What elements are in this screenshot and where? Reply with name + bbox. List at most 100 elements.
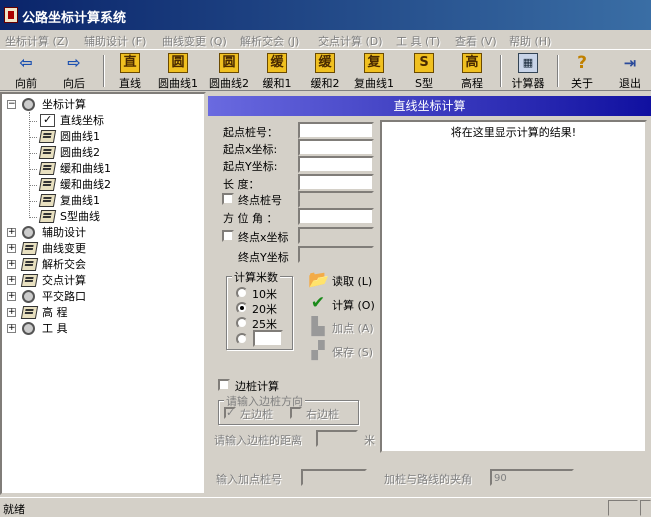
tool-circle1-button[interactable]: 圆 圆曲线1: [154, 53, 202, 90]
coordinate-folder-icon: [22, 98, 35, 111]
collapse-toggle[interactable]: −: [7, 100, 16, 109]
add-station-input: [301, 469, 367, 486]
calculate-button[interactable]: 计算 (O): [332, 297, 375, 313]
menu-view[interactable]: 查看 (V): [455, 33, 497, 49]
side-distance-label: 请输入边桩的距离: [214, 434, 302, 447]
end-station-checkbox[interactable]: [222, 193, 234, 205]
custom-meter-input[interactable]: [253, 330, 283, 347]
book-icon: [38, 162, 57, 175]
exit-door-icon: ⇥: [623, 54, 637, 72]
expand-toggle[interactable]: +: [7, 324, 16, 333]
radio-20m[interactable]: [236, 302, 248, 314]
tree-item-assist-design[interactable]: 辅助设计: [42, 224, 86, 240]
menu-vertex-calc[interactable]: 交点计算 (D): [318, 33, 383, 49]
status-text: 就绪: [3, 503, 25, 516]
radio-10m[interactable]: [236, 287, 248, 299]
tool-transition1-button[interactable]: 缓 缓和1: [257, 53, 297, 90]
radio-custom[interactable]: [236, 333, 248, 345]
arrow-right-icon: ⇨: [67, 53, 81, 72]
end-x-checkbox[interactable]: [222, 230, 234, 242]
add-point-button: 加点 (A): [332, 322, 374, 335]
tree-item-transition2[interactable]: 缓和曲线2: [60, 176, 111, 192]
book-icon: [38, 178, 57, 191]
expand-toggle[interactable]: +: [7, 308, 16, 317]
junction-icon: [22, 290, 35, 303]
forward-button[interactable]: ⇨ 向后: [56, 53, 92, 90]
tree-item-junction[interactable]: 平交路口: [42, 288, 86, 304]
menu-tools[interactable]: 工 具 (T): [396, 33, 440, 49]
toolbar-separator: [500, 55, 502, 87]
calculator-icon: ▦: [518, 53, 538, 73]
tool-line-button[interactable]: 直 直线: [110, 53, 150, 90]
curve-change-icon: [20, 242, 39, 255]
start-x-label: 起点x坐标:: [223, 143, 278, 156]
side-distance-input: [316, 430, 358, 447]
line-tool-icon: 直: [120, 53, 140, 73]
end-station-input: [298, 191, 374, 208]
right-pile-label: 右边桩: [306, 408, 339, 421]
expand-toggle[interactable]: +: [7, 292, 16, 301]
transition-curve-icon: 缓: [267, 53, 287, 73]
tree-item-coordinate[interactable]: 坐标计算: [42, 96, 86, 112]
tool-circle2-button[interactable]: 圆 圆曲线2: [205, 53, 253, 90]
radio-25m[interactable]: [236, 317, 248, 329]
tree-item-transition1[interactable]: 缓和曲线1: [60, 160, 111, 176]
right-pile-checkbox: [290, 407, 302, 419]
exit-button[interactable]: ⇥ 退出: [612, 53, 648, 90]
book-icon: [38, 210, 57, 223]
app-icon: [4, 7, 18, 23]
tree-item-elevation[interactable]: 高 程: [42, 304, 68, 320]
about-button[interactable]: ? 关于: [564, 53, 600, 90]
nav-tree[interactable]: − 坐标计算 直线坐标 圆曲线1 圆曲线2 缓和曲线1 缓和曲线2 复曲线1 S…: [0, 92, 206, 495]
read-button[interactable]: 读取 (L): [332, 273, 372, 289]
side-pile-checkbox[interactable]: [218, 379, 230, 391]
calculator-button[interactable]: ▦ 计算器: [506, 53, 550, 90]
status-cell: [608, 500, 638, 516]
tree-item-intersection[interactable]: 解析交会: [42, 256, 86, 272]
expand-toggle[interactable]: +: [7, 228, 16, 237]
radio-10m-label: 10米: [252, 288, 277, 301]
tool-transition2-button[interactable]: 缓 缓和2: [305, 53, 345, 90]
expand-toggle[interactable]: +: [7, 260, 16, 269]
menu-help[interactable]: 帮助 (H): [509, 33, 551, 49]
tool-s-curve-button[interactable]: S S型: [406, 53, 442, 90]
elevation-icon: 高: [462, 53, 482, 73]
result-textarea[interactable]: 将在这里显示计算的结果!: [380, 120, 647, 453]
tree-item-compound1[interactable]: 复曲线1: [60, 192, 100, 208]
tool-elevation-button[interactable]: 高 高程: [452, 53, 492, 90]
tree-item-s-curve[interactable]: S型曲线: [60, 208, 100, 224]
title-bar: 公路坐标计算系统: [0, 0, 651, 30]
tree-item-curve-change[interactable]: 曲线变更: [42, 240, 86, 256]
end-y-input: [298, 246, 374, 263]
tree-item-circle2[interactable]: 圆曲线2: [60, 144, 100, 160]
transition-curve-icon: 缓: [315, 53, 335, 73]
toolbar-separator: [103, 55, 105, 87]
meter-unit-label: 米: [364, 434, 375, 447]
menu-curve-change[interactable]: 曲线变更 (Q): [162, 33, 227, 49]
start-x-input[interactable]: [298, 139, 374, 156]
panel-title: 直线坐标计算: [208, 96, 651, 116]
left-pile-checkbox: [224, 406, 236, 419]
tree-item-circle1[interactable]: 圆曲线1: [60, 128, 100, 144]
start-station-input[interactable]: [298, 122, 374, 139]
book-icon: [38, 130, 57, 143]
add-station-label: 输入加点桩号: [216, 473, 282, 486]
expand-toggle[interactable]: +: [7, 244, 16, 253]
azimuth-input[interactable]: [298, 208, 374, 225]
end-x-input: [298, 227, 374, 244]
tree-item-tools[interactable]: 工 具: [42, 320, 68, 336]
menu-intersection[interactable]: 解析交会 (J): [240, 33, 299, 49]
back-button[interactable]: ⇦ 向前: [8, 53, 44, 90]
length-input[interactable]: [298, 174, 374, 191]
help-icon: ?: [577, 53, 587, 73]
book-icon: [38, 146, 57, 159]
save-icon: ▞: [311, 341, 325, 361]
menu-assist-design[interactable]: 辅助设计 (F): [84, 33, 146, 49]
expand-toggle[interactable]: +: [7, 276, 16, 285]
menu-coordinate[interactable]: 坐标计算 (Z): [5, 33, 69, 49]
angle-label: 加桩与路线的夹角: [384, 473, 472, 486]
tool-compound-button[interactable]: 复 复曲线1: [350, 53, 398, 90]
tree-item-vertex-calc[interactable]: 交点计算: [42, 272, 86, 288]
start-y-input[interactable]: [298, 156, 374, 173]
tree-item-line-coord[interactable]: 直线坐标: [60, 112, 104, 128]
